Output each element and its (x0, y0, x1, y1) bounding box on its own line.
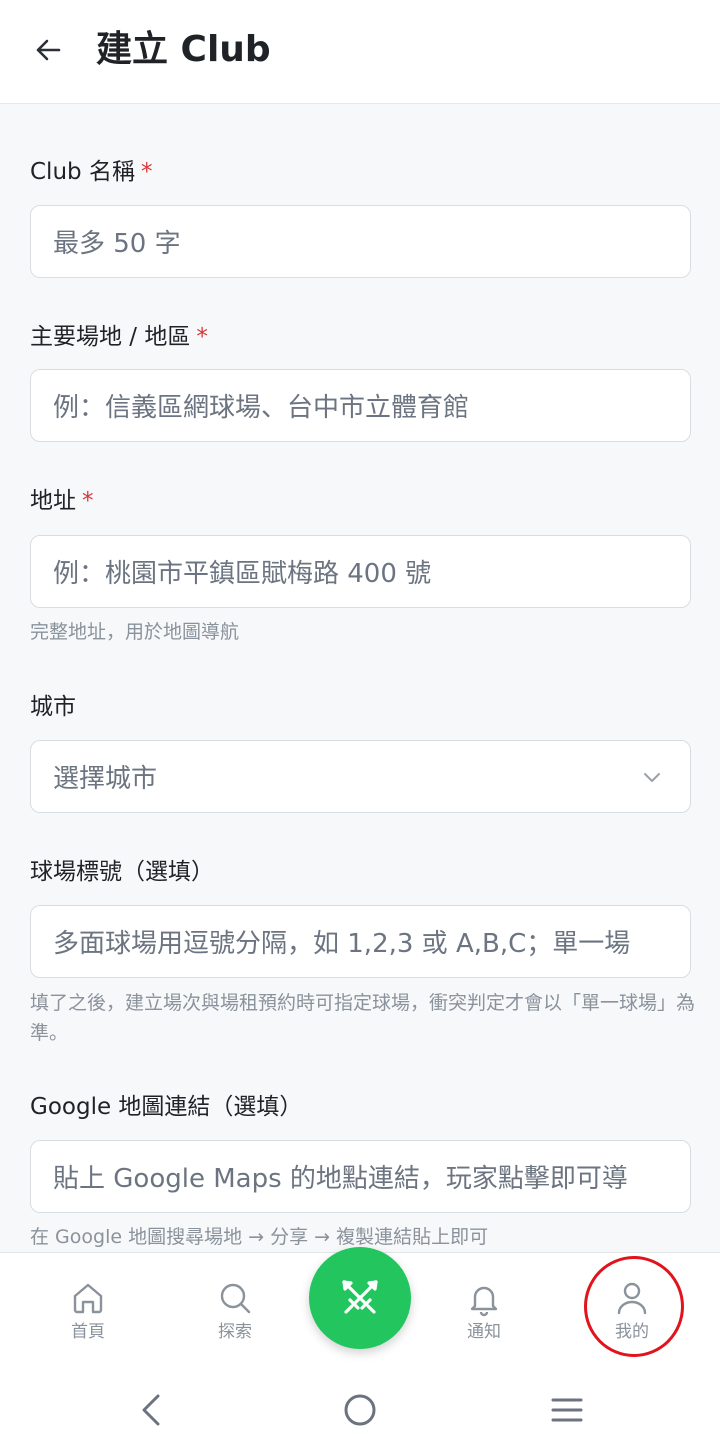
venue-label: 主要場地 / 地區 * (30, 324, 208, 350)
map-link-placeholder: 貼上 Google Maps 的地點連結，玩家點擊即可導 (53, 1164, 628, 1194)
arrow-left-icon[interactable] (28, 30, 68, 70)
court-numbers-hint: 填了之後，建立場次與場租預約時可指定球場，衝突判定才會以「單一球場」為準。 (30, 992, 696, 1044)
home-icon (73, 1283, 103, 1314)
nav-explore-label: 探索 (218, 1322, 252, 1342)
nav-notifications-label: 通知 (467, 1322, 501, 1342)
club-name-input[interactable]: 最多 50 字 (30, 205, 691, 278)
top-app-bar: 建立 Club (0, 0, 720, 104)
address-hint: 完整地址，用於地圖導航 (30, 621, 240, 643)
venue-input[interactable]: 例：信義區網球場、台中市立體育館 (30, 369, 691, 442)
required-mark: * (140, 159, 153, 185)
map-link-input[interactable]: 貼上 Google Maps 的地點連結，玩家點擊即可導 (30, 1140, 691, 1213)
court-numbers-label: 球場標號（選填） (30, 859, 214, 885)
required-mark: * (196, 324, 208, 350)
search-icon (220, 1283, 251, 1314)
page-title: 建立 Club (96, 29, 271, 70)
venue-placeholder: 例：信義區網球場、台中市立體育館 (53, 393, 470, 423)
city-select[interactable]: 選擇城市 (30, 740, 691, 813)
required-mark: * (82, 488, 94, 514)
nav-explore[interactable]: 探索 (195, 1279, 275, 1349)
back-chevron-icon[interactable] (130, 1388, 174, 1432)
system-nav-bar (0, 1370, 720, 1448)
highlight-circle (584, 1256, 684, 1357)
address-input[interactable]: 例：桃園市平鎮區賦梅路 400 號 (30, 535, 691, 608)
nav-notifications[interactable]: 通知 (444, 1279, 524, 1349)
menu-lines-icon[interactable] (545, 1388, 589, 1432)
home-circle-icon[interactable] (338, 1388, 382, 1432)
nav-home[interactable]: 首頁 (48, 1279, 128, 1349)
court-numbers-input[interactable]: 多面球場用逗號分隔，如 1,2,3 或 A,B,C；單一場 (30, 905, 691, 978)
create-match-fab[interactable] (309, 1247, 411, 1349)
court-numbers-placeholder: 多面球場用逗號分隔，如 1,2,3 或 A,B,C；單一場 (53, 929, 631, 959)
nav-home-label: 首頁 (71, 1322, 105, 1342)
city-placeholder: 選擇城市 (53, 764, 158, 794)
map-link-label: Google 地圖連結（選填） (30, 1094, 303, 1120)
city-label: 城市 (30, 694, 76, 720)
address-placeholder: 例：桃園市平鎮區賦梅路 400 號 (53, 559, 432, 589)
chevron-down-icon (644, 773, 660, 782)
club-name-label: Club 名稱 * (30, 159, 153, 185)
address-label: 地址 * (30, 488, 94, 514)
crossed-swords-icon (342, 1280, 378, 1314)
bell-icon (470, 1286, 498, 1317)
club-name-placeholder: 最多 50 字 (53, 229, 181, 259)
